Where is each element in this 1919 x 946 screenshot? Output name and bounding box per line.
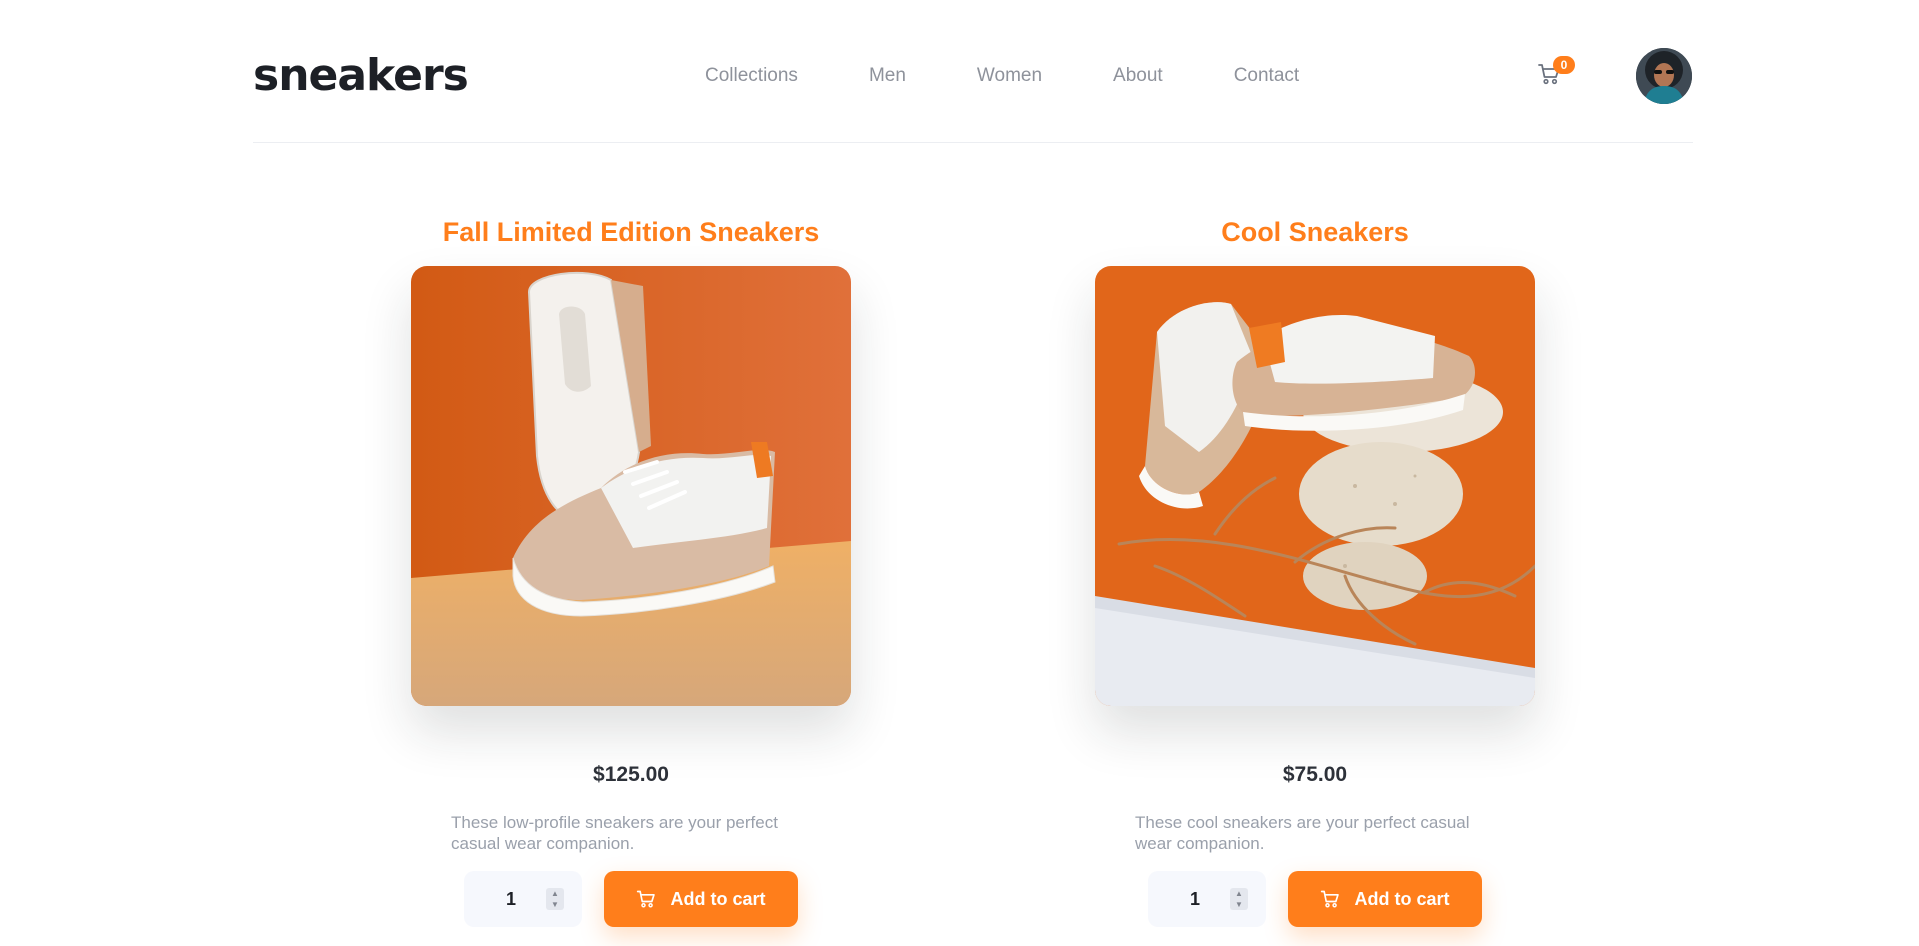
main-nav: Collections Men Women About Contact [705, 62, 1370, 90]
cart-button[interactable]: 0 [1537, 54, 1577, 94]
add-to-cart-button[interactable]: Add to cart [1288, 871, 1482, 927]
product-card: Fall Limited Edition Sneakers $125.00 Th… [411, 215, 851, 927]
avatar-image [1636, 48, 1692, 104]
add-to-cart-label: Add to cart [670, 888, 766, 909]
product-actions: 1 ▲ ▼ Add to cart [1095, 871, 1535, 927]
nav-link-men[interactable]: Men [869, 62, 906, 90]
cart-icon [1321, 890, 1340, 908]
chevron-up-down-icon[interactable]: ▲ ▼ [546, 888, 564, 910]
product-title: Cool Sneakers [1221, 217, 1409, 247]
product-description: These low-profile sneakers are your perf… [451, 813, 778, 853]
sneaker-photo [411, 266, 851, 706]
product-image[interactable] [1095, 266, 1535, 706]
chevron-up-down-icon[interactable]: ▲ ▼ [1230, 888, 1248, 910]
product-image[interactable] [411, 266, 851, 706]
site-header: sneakers Collections Men Women About Con… [253, 0, 1693, 143]
nav-link-women[interactable]: Women [977, 62, 1042, 90]
product-card: Cool Sneakers $75.00 These cool sneakers… [1095, 215, 1535, 927]
quantity-value: 1 [506, 889, 517, 909]
sneaker-photo [1095, 266, 1535, 706]
product-price: $125.00 [593, 763, 669, 786]
cart-icon [637, 890, 656, 908]
product-description: These cool sneakers are your perfect cas… [1135, 813, 1470, 853]
quantity-stepper[interactable]: 1 ▲ ▼ [1148, 871, 1266, 927]
product-actions: 1 ▲ ▼ Add to cart [411, 871, 851, 927]
logo[interactable]: sneakers [253, 46, 469, 106]
nav-link-collections[interactable]: Collections [705, 62, 798, 90]
avatar[interactable] [1636, 48, 1692, 104]
product-title: Fall Limited Edition Sneakers [442, 217, 820, 247]
nav-link-contact[interactable]: Contact [1234, 62, 1299, 90]
quantity-value: 1 [1190, 889, 1201, 909]
add-to-cart-button[interactable]: Add to cart [604, 871, 798, 927]
product-price: $75.00 [1282, 763, 1348, 786]
add-to-cart-label: Add to cart [1354, 888, 1450, 909]
quantity-stepper[interactable]: 1 ▲ ▼ [464, 871, 582, 927]
cart-count-badge: 0 [1553, 56, 1575, 74]
nav-link-about[interactable]: About [1113, 62, 1163, 90]
